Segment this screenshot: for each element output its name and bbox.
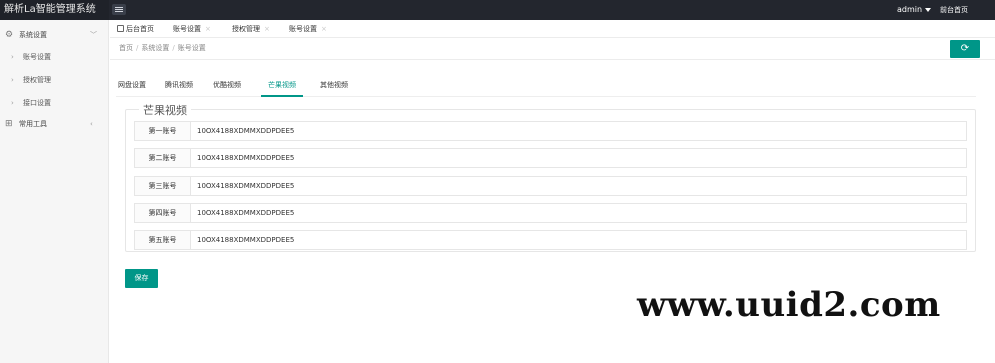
field-label: 第四账号 bbox=[135, 204, 191, 222]
chevron-left-icon: ‹ bbox=[90, 120, 93, 128]
subtab-youku[interactable]: 优酷视频 bbox=[213, 75, 241, 97]
sidebar-item-label: 接口设置 bbox=[23, 99, 51, 107]
chevron-right-icon: › bbox=[11, 99, 14, 107]
field-label: 第二账号 bbox=[135, 149, 191, 167]
sidebar-item-label: 授权管理 bbox=[23, 76, 51, 84]
tab-account-settings-2[interactable]: 账号设置 × bbox=[289, 20, 327, 38]
subtab-tencent[interactable]: 腾讯视频 bbox=[165, 75, 193, 97]
watermark: www.uuid2.com bbox=[637, 285, 941, 325]
tab-home[interactable]: 后台首页 bbox=[117, 20, 154, 38]
close-icon[interactable]: × bbox=[321, 25, 327, 33]
subtab-other[interactable]: 其他视频 bbox=[320, 75, 348, 97]
page-tabs: 后台首页 账号设置 × 授权管理 × 账号设置 × bbox=[110, 20, 995, 38]
account-row-2: 第二账号 10OX4188XDMMXDDPDEE5 bbox=[134, 148, 967, 168]
sidebar-item-authorization[interactable]: › 授权管理 bbox=[0, 69, 109, 91]
chevron-right-icon: › bbox=[11, 76, 14, 84]
save-button[interactable]: 保存 bbox=[125, 269, 158, 288]
gear-icon: ⚙ bbox=[5, 30, 14, 40]
tab-account-settings[interactable]: 账号设置 × bbox=[173, 20, 211, 38]
close-icon[interactable]: × bbox=[264, 25, 270, 33]
account-row-4: 第四账号 10OX4188XDMMXDDPDEE5 bbox=[134, 203, 967, 223]
sidebar-item-label: 账号设置 bbox=[23, 53, 51, 61]
front-page-link[interactable]: 前台首页 bbox=[940, 0, 968, 20]
account-input-4[interactable]: 10OX4188XDMMXDDPDEE5 bbox=[197, 204, 294, 222]
field-label: 第五账号 bbox=[135, 231, 191, 249]
subtab-netdisk[interactable]: 网盘设置 bbox=[118, 75, 146, 97]
sidebar: ⚙ 系统设置 ﹀ › 账号设置 › 授权管理 › 接口设置 ⊞ 常用工具 ‹ bbox=[0, 20, 109, 363]
tab-label: 账号设置 bbox=[173, 25, 201, 33]
breadcrumb-item[interactable]: 首页 bbox=[119, 44, 133, 52]
breadcrumb: 首页 / 系统设置 / 账号设置 bbox=[119, 44, 206, 52]
caret-down-icon bbox=[925, 7, 932, 12]
sidebar-group-tools[interactable]: ⊞ 常用工具 ‹ bbox=[0, 113, 109, 135]
sidebar-group-label: 常用工具 bbox=[19, 120, 47, 128]
tab-label: 账号设置 bbox=[289, 25, 317, 33]
close-icon[interactable]: × bbox=[205, 25, 211, 33]
refresh-icon: ⟳ bbox=[960, 43, 970, 54]
account-input-2[interactable]: 10OX4188XDMMXDDPDEE5 bbox=[197, 149, 294, 167]
breadcrumb-current: 账号设置 bbox=[177, 44, 206, 52]
refresh-button[interactable]: ⟳ bbox=[950, 40, 980, 58]
tab-authorization[interactable]: 授权管理 × bbox=[232, 20, 270, 38]
account-input-3[interactable]: 10OX4188XDMMXDDPDEE5 bbox=[197, 177, 294, 195]
sidebar-group-system-settings[interactable]: ⚙ 系统设置 ﹀ bbox=[0, 24, 109, 46]
app-title: 解析La智能管理系统 bbox=[0, 0, 109, 20]
account-fieldset: 芒果视频 第一账号 10OX4188XDMMXDDPDEE5 第二账号 10OX… bbox=[125, 102, 976, 252]
field-label: 第三账号 bbox=[135, 177, 191, 195]
sidebar-item-account-settings[interactable]: › 账号设置 bbox=[0, 46, 109, 68]
top-bar: 解析La智能管理系统 admin 前台首页 bbox=[0, 0, 995, 20]
account-row-1: 第一账号 10OX4188XDMMXDDPDEE5 bbox=[134, 121, 967, 141]
fieldset-legend: 芒果视频 bbox=[139, 102, 191, 118]
sidebar-group-label: 系统设置 bbox=[19, 31, 47, 39]
menu-toggle-icon[interactable] bbox=[112, 4, 126, 15]
sidebar-item-api-settings[interactable]: › 接口设置 bbox=[0, 92, 109, 114]
grid-icon: ⊞ bbox=[5, 119, 13, 129]
breadcrumb-item[interactable]: 系统设置 bbox=[141, 44, 169, 52]
tab-label: 后台首页 bbox=[126, 25, 154, 33]
field-label: 第一账号 bbox=[135, 122, 191, 140]
chevron-down-icon: ﹀ bbox=[90, 31, 97, 39]
account-input-1[interactable]: 10OX4188XDMMXDDPDEE5 bbox=[197, 122, 294, 140]
user-menu[interactable]: admin bbox=[897, 0, 932, 20]
account-row-5: 第五账号 10OX4188XDMMXDDPDEE5 bbox=[134, 230, 967, 250]
breadcrumb-bar: 首页 / 系统设置 / 账号设置 ⟳ bbox=[110, 38, 995, 60]
account-row-3: 第三账号 10OX4188XDMMXDDPDEE5 bbox=[134, 176, 967, 196]
user-name: admin bbox=[897, 5, 923, 14]
tab-label: 授权管理 bbox=[232, 25, 260, 33]
home-icon bbox=[117, 25, 124, 32]
account-input-5[interactable]: 10OX4188XDMMXDDPDEE5 bbox=[197, 231, 294, 249]
video-tabs: 网盘设置 腾讯视频 优酷视频 芒果视频 其他视频 bbox=[116, 75, 976, 97]
chevron-right-icon: › bbox=[11, 53, 14, 61]
subtab-mango[interactable]: 芒果视频 bbox=[261, 75, 303, 97]
